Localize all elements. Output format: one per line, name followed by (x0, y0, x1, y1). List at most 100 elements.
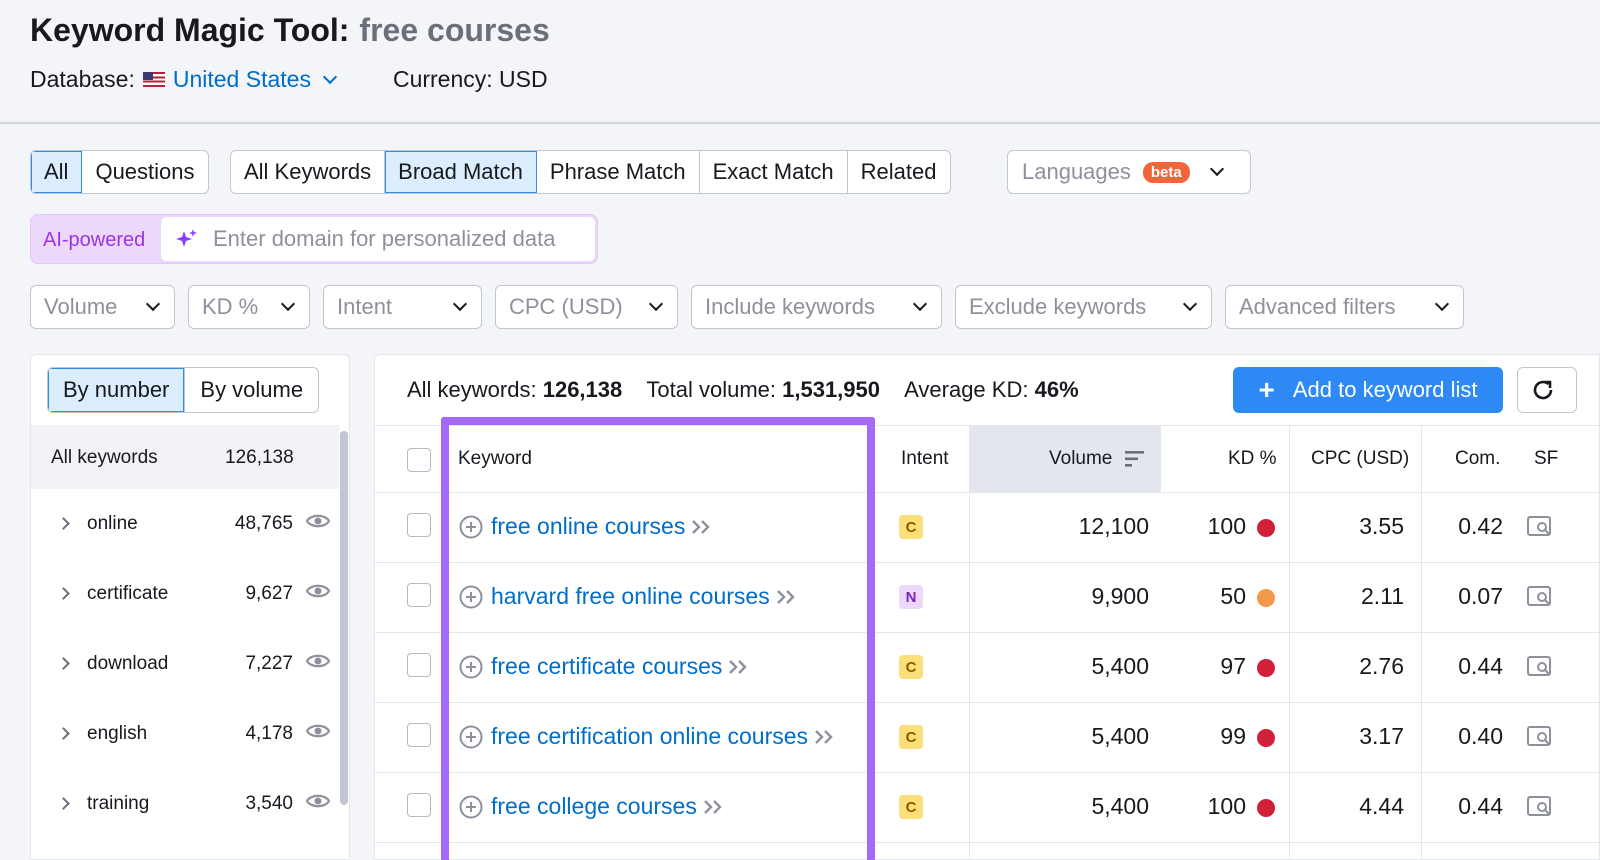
ai-domain-box: AI-powered Enter domain for personalized… (30, 214, 598, 264)
tab-related[interactable]: Related (848, 151, 950, 193)
eye-icon[interactable] (305, 721, 331, 741)
tab-questions[interactable]: Questions (82, 151, 207, 193)
filter-volume[interactable]: Volume (30, 285, 175, 329)
domain-input[interactable]: Enter domain for personalized data (161, 217, 595, 261)
filter-exclude-keywords[interactable]: Exclude keywords (955, 285, 1212, 329)
table-row: free college courses C 5,400 100 4.44 0.… (375, 773, 1599, 843)
tab-all-keywords[interactable]: All Keywords (231, 151, 386, 193)
add-circle-icon[interactable] (459, 795, 483, 819)
kd-difficulty-dot (1257, 799, 1275, 817)
volume-value: 5,400 (1091, 653, 1149, 679)
row-checkbox[interactable] (407, 583, 431, 607)
add-circle-icon[interactable] (459, 515, 483, 539)
table-row: free online courses C 12,100 100 3.55 0.… (375, 493, 1599, 563)
keywords-table-panel: All keywords: 126,138 Total volume: 1,53… (374, 354, 1600, 860)
serp-preview-icon[interactable] (1527, 515, 1553, 539)
row-checkbox[interactable] (407, 793, 431, 817)
filter-cpc[interactable]: CPC (USD) (495, 285, 678, 329)
keyword-link[interactable]: free college courses (491, 793, 697, 820)
cpc-value: 3.55 (1359, 513, 1404, 539)
keyword-groups-panel: By number By volume All keywords 126,138… (30, 354, 350, 860)
tab-all[interactable]: All (31, 151, 83, 193)
select-all-checkbox[interactable] (407, 448, 431, 472)
cpc-value: 2.11 (1360, 583, 1404, 609)
refresh-button[interactable] (1517, 367, 1577, 413)
groups-scrollbar[interactable] (340, 431, 348, 805)
group-item-download[interactable]: download 7,227 (31, 629, 339, 699)
keyword-cell: free online courses (459, 513, 713, 540)
table-row: free certification online courses C 5,40… (375, 703, 1599, 773)
keyword-link[interactable]: free online courses (491, 513, 685, 540)
keyword-link[interactable]: free certification online courses (491, 723, 808, 750)
volume-value: 12,100 (1078, 513, 1149, 539)
chevron-right-icon[interactable] (57, 797, 70, 810)
column-keyword[interactable]: Keyword (458, 448, 532, 470)
sort-descending-icon[interactable] (1125, 450, 1145, 468)
by-number-button[interactable]: By number (48, 368, 185, 412)
serp-preview-icon[interactable] (1527, 725, 1553, 749)
double-chevron-right-icon[interactable] (814, 729, 836, 745)
add-to-keyword-list-button[interactable]: + Add to keyword list (1233, 367, 1503, 413)
keyword-link[interactable]: free certificate courses (491, 653, 722, 680)
filter-advanced[interactable]: Advanced filters (1225, 285, 1464, 329)
tool-name: Keyword Magic Tool: (30, 12, 350, 48)
filter-intent[interactable]: Intent (323, 285, 482, 329)
chevron-right-icon[interactable] (57, 587, 70, 600)
add-circle-icon[interactable] (459, 655, 483, 679)
group-item-certificate[interactable]: certificate 9,627 (31, 559, 339, 629)
add-circle-icon[interactable] (459, 585, 483, 609)
chevron-right-icon[interactable] (57, 727, 70, 740)
chevron-right-icon[interactable] (57, 657, 70, 670)
database-value: United States (172, 66, 311, 92)
filter-kd[interactable]: KD % (188, 285, 310, 329)
column-serp-features[interactable]: SF (1534, 448, 1558, 470)
serp-preview-icon[interactable] (1527, 655, 1553, 679)
row-checkbox[interactable] (407, 513, 431, 537)
keyword-link[interactable]: harvard free online courses (491, 583, 770, 610)
group-name: online (87, 513, 138, 534)
filter-include-keywords[interactable]: Include keywords (691, 285, 942, 329)
double-chevron-right-icon[interactable] (728, 659, 750, 675)
eye-icon[interactable] (305, 581, 331, 601)
chevron-down-icon (912, 296, 928, 312)
intent-badge: C (899, 725, 923, 749)
row-checkbox[interactable] (407, 653, 431, 677)
intent-badge: C (899, 655, 923, 679)
database-label: Database: (30, 66, 135, 92)
serp-preview-icon[interactable] (1527, 795, 1553, 819)
group-name: english (87, 723, 148, 744)
column-cpc[interactable]: CPC (USD) (1311, 448, 1409, 470)
group-item-training[interactable]: training 3,540 (31, 769, 339, 839)
filter-label: Advanced filters (1239, 294, 1396, 319)
double-chevron-right-icon[interactable] (776, 589, 798, 605)
all-keywords-value: 126,138 (542, 377, 623, 402)
column-competition[interactable]: Com. (1455, 448, 1500, 470)
tab-broad-match[interactable]: Broad Match (385, 151, 537, 193)
by-volume-button[interactable]: By volume (184, 368, 318, 412)
chevron-down-icon (145, 296, 161, 312)
column-intent[interactable]: Intent (901, 448, 949, 470)
group-item-online[interactable]: online 48,765 (31, 489, 339, 559)
eye-icon[interactable] (305, 511, 331, 531)
double-chevron-right-icon[interactable] (703, 799, 725, 815)
database-select[interactable]: United States (135, 66, 338, 93)
kd-value: 100 (1207, 513, 1246, 539)
column-kd[interactable]: KD % (1228, 448, 1277, 470)
group-item-english[interactable]: english 4,178 (31, 699, 339, 769)
table-row: harvard free online courses N 9,900 50 2… (375, 563, 1599, 633)
ai-powered-label: AI-powered (43, 229, 146, 251)
eye-icon[interactable] (305, 651, 331, 671)
intent-badge: N (899, 585, 923, 609)
tab-phrase-match[interactable]: Phrase Match (537, 151, 700, 193)
add-circle-icon[interactable] (459, 725, 483, 749)
chevron-right-icon[interactable] (57, 517, 70, 530)
all-keywords-group[interactable]: All keywords 126,138 (31, 425, 339, 489)
row-checkbox[interactable] (407, 723, 431, 747)
column-volume[interactable]: Volume (1049, 448, 1112, 470)
serp-preview-icon[interactable] (1527, 585, 1553, 609)
tab-exact-match[interactable]: Exact Match (700, 151, 848, 193)
sparkle-icon (176, 229, 197, 247)
languages-dropdown[interactable]: Languages beta (1007, 150, 1251, 194)
double-chevron-right-icon[interactable] (691, 519, 713, 535)
eye-icon[interactable] (305, 791, 331, 811)
